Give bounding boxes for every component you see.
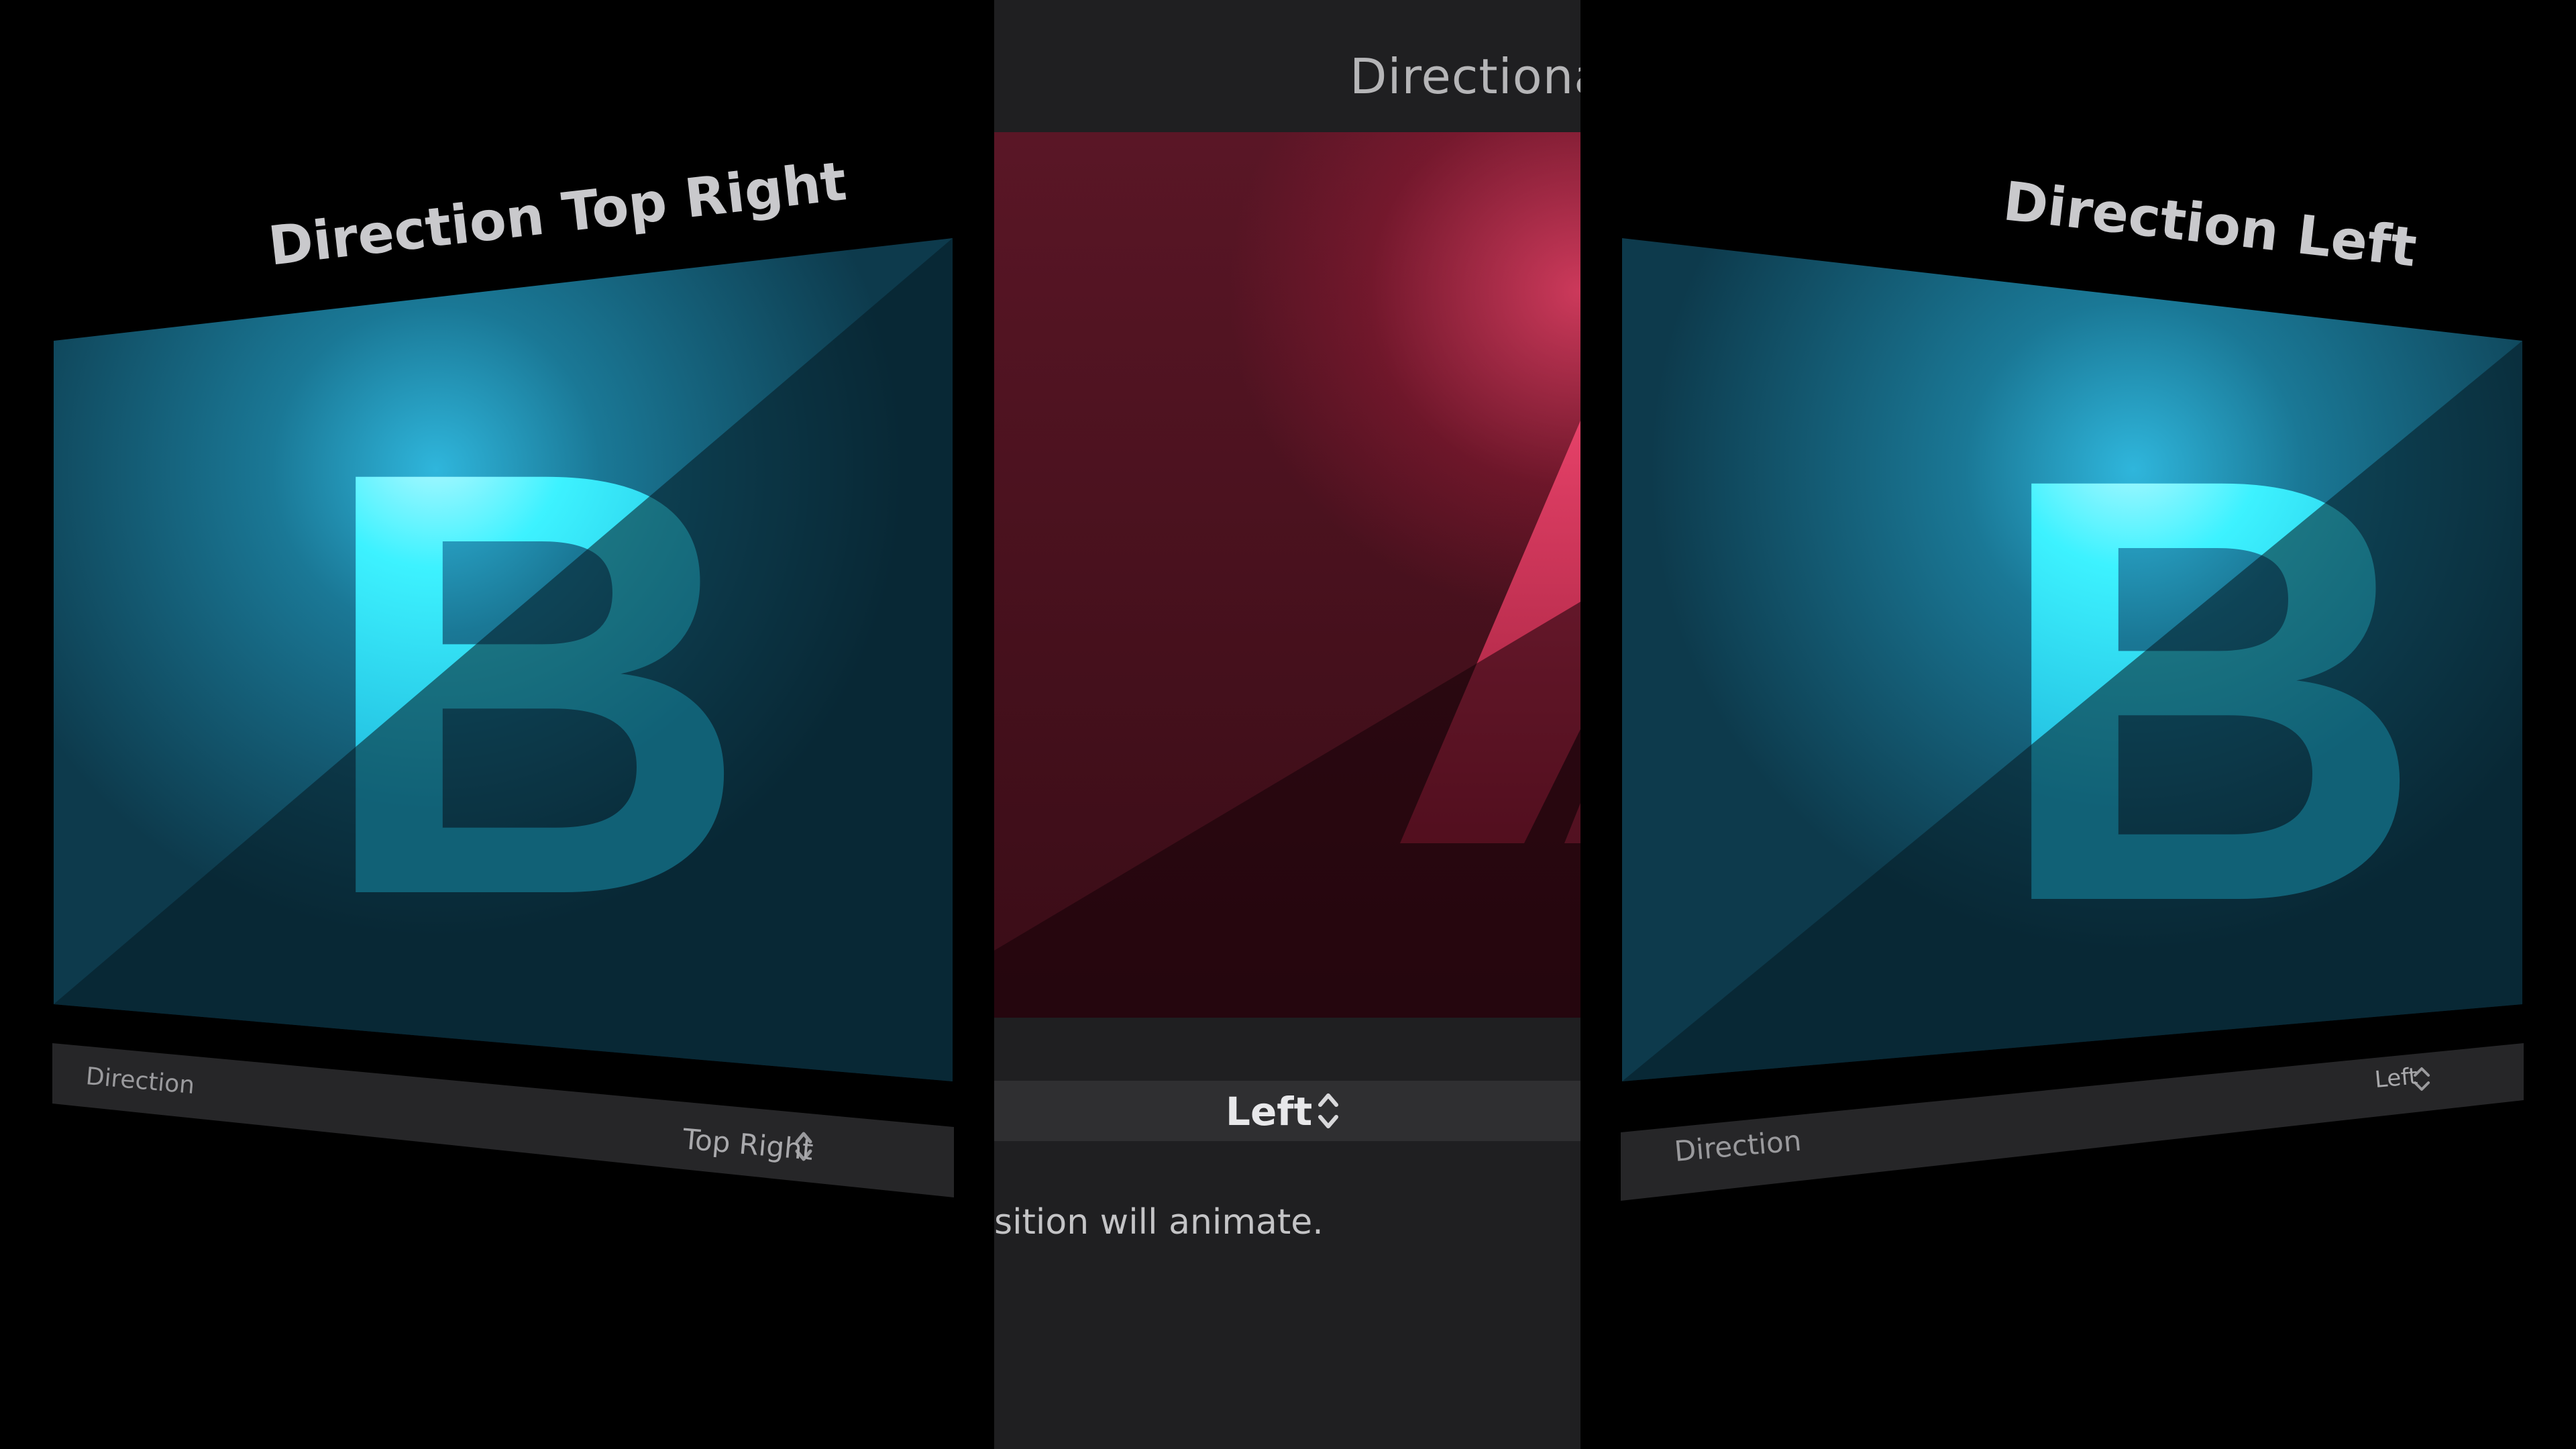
right-card-graphics: B — [1621, 238, 2524, 1201]
transition-browser-stage: Direction Top Right Direction Top Right … — [0, 0, 2576, 1449]
right-param-value[interactable]: Left — [2373, 1063, 2418, 1093]
